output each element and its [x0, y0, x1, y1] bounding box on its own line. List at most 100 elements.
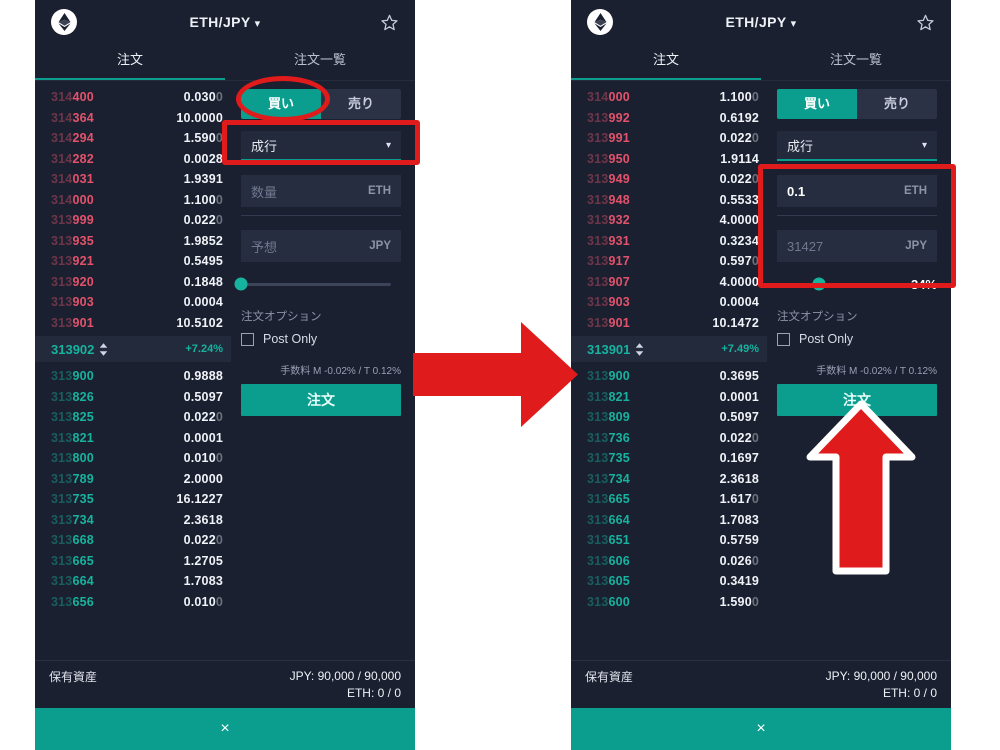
star-outline-icon[interactable] [916, 13, 935, 32]
ask-row[interactable]: 313901 10.5102 [35, 313, 231, 334]
tab-order-list[interactable]: 注文一覧 [761, 44, 951, 80]
sell-tab[interactable]: 売り [321, 89, 401, 119]
post-only-row[interactable]: Post Only [777, 332, 937, 346]
bid-row[interactable]: 313734 2.3618 [35, 510, 231, 531]
bid-row[interactable]: 313606 0.0260 [571, 551, 767, 572]
star-outline-icon[interactable] [380, 13, 399, 32]
ask-row[interactable]: 314364 10.0000 [35, 108, 231, 129]
bid-row[interactable]: 313735 0.1697 [571, 448, 767, 469]
sort-arrows-icon[interactable] [635, 342, 644, 356]
bid-row[interactable]: 313900 0.3695 [571, 366, 767, 387]
tab-order[interactable]: 注文 [35, 44, 225, 80]
bid-row[interactable]: 313900 0.9888 [35, 366, 231, 387]
book-price: 313901 [51, 315, 94, 330]
slider-track[interactable] [777, 277, 901, 291]
bid-rows: 313900 0.3695 313821 0.0001 313809 0.5097 3137… [571, 366, 767, 612]
bid-row[interactable]: 313651 0.5759 [571, 530, 767, 551]
ask-row[interactable]: 313949 0.0220 [571, 169, 767, 190]
bid-row[interactable]: 313665 1.2705 [35, 551, 231, 572]
slider-knob[interactable] [812, 277, 826, 291]
bid-row[interactable]: 313809 0.5097 [571, 407, 767, 428]
book-price: 313907 [587, 274, 630, 289]
bid-row[interactable]: 313668 0.0220 [35, 530, 231, 551]
buy-tab[interactable]: 買い [241, 89, 321, 119]
mid-price-row[interactable]: 313901 +7.49% [571, 336, 767, 362]
book-amount: 0.0028 [183, 151, 223, 166]
post-only-checkbox[interactable] [241, 332, 254, 346]
ask-row[interactable]: 313901 10.1472 [571, 313, 767, 334]
ask-row[interactable]: 314294 1.5900 [35, 128, 231, 149]
chevron-down-icon: ▾ [254, 18, 261, 30]
total-field[interactable]: 31427 JPY [777, 230, 937, 262]
ask-row[interactable]: 313932 4.0000 [571, 210, 767, 231]
bid-row[interactable]: 313821 0.0001 [35, 428, 231, 449]
book-amount: 0.6192 [719, 110, 759, 125]
bid-row[interactable]: 313800 0.0100 [35, 448, 231, 469]
ask-row[interactable]: 314000 1.1000 [35, 190, 231, 211]
bid-row[interactable]: 313734 2.3618 [571, 469, 767, 490]
ask-row[interactable]: 313931 0.3234 [571, 231, 767, 252]
bid-row[interactable]: 313664 1.7083 [35, 571, 231, 592]
tab-order-list[interactable]: 注文一覧 [225, 44, 415, 80]
book-price: 313826 [51, 389, 94, 404]
bid-row[interactable]: 313825 0.0220 [35, 407, 231, 428]
amount-slider[interactable]: 34% [777, 276, 937, 292]
bid-row[interactable]: 313665 1.6170 [571, 489, 767, 510]
bid-row[interactable]: 313664 1.7083 [571, 510, 767, 531]
assets-values: JPY: 90,000 / 90,000 ETH: 0 / 0 [290, 668, 401, 708]
amount-slider[interactable] [234, 276, 401, 292]
book-amount: 0.0220 [183, 213, 223, 228]
book-amount: 0.9888 [183, 369, 223, 384]
bid-row[interactable]: 313656 0.0100 [35, 592, 231, 613]
sort-arrows-icon[interactable] [99, 342, 108, 356]
book-price: 313734 [587, 471, 630, 486]
order-type-select[interactable]: 成行 ▾ [241, 131, 401, 161]
ask-row[interactable]: 313991 0.0220 [571, 128, 767, 149]
post-only-checkbox[interactable] [777, 332, 790, 346]
mid-change: +7.49% [721, 343, 759, 355]
slider-knob[interactable] [234, 277, 248, 291]
close-bar[interactable]: × [35, 708, 415, 750]
ask-row[interactable]: 313903 0.0004 [35, 292, 231, 313]
total-input: 31427 [787, 238, 824, 254]
ask-row[interactable]: 313950 1.9114 [571, 149, 767, 170]
mid-price-row[interactable]: 313902 +7.24% [35, 336, 231, 362]
order-type-select[interactable]: 成行 ▾ [777, 131, 937, 161]
close-bar[interactable]: × [571, 708, 951, 750]
sell-tab[interactable]: 売り [857, 89, 937, 119]
ask-row[interactable]: 314000 1.1000 [571, 87, 767, 108]
ask-row[interactable]: 314400 0.0300 [35, 87, 231, 108]
amount-field[interactable]: 数量 ETH [241, 175, 401, 207]
ask-row[interactable]: 314031 1.9391 [35, 169, 231, 190]
book-price: 313949 [587, 172, 630, 187]
bid-row[interactable]: 313600 1.5900 [571, 592, 767, 613]
book-amount: 2.3618 [183, 512, 223, 527]
book-price: 313664 [587, 512, 630, 527]
bid-row[interactable]: 313736 0.0220 [571, 428, 767, 449]
bid-row[interactable]: 313735 16.1227 [35, 489, 231, 510]
ask-row[interactable]: 313907 4.0000 [571, 272, 767, 293]
ask-row[interactable]: 313948 0.5533 [571, 190, 767, 211]
slider-track[interactable] [234, 277, 391, 291]
ask-row[interactable]: 313935 1.9852 [35, 231, 231, 252]
bid-row[interactable]: 313789 2.0000 [35, 469, 231, 490]
ask-row[interactable]: 313992 0.6192 [571, 108, 767, 129]
bid-row[interactable]: 313821 0.0001 [571, 387, 767, 408]
book-amount: 0.3419 [719, 574, 759, 589]
book-price: 313992 [587, 110, 630, 125]
tab-order[interactable]: 注文 [571, 44, 761, 80]
ask-row[interactable]: 313921 0.5495 [35, 251, 231, 272]
submit-order-button[interactable]: 注文 [241, 384, 401, 416]
post-only-row[interactable]: Post Only [241, 332, 401, 346]
ask-row[interactable]: 314282 0.0028 [35, 149, 231, 170]
bid-row[interactable]: 313826 0.5097 [35, 387, 231, 408]
bid-row[interactable]: 313605 0.3419 [571, 571, 767, 592]
amount-field[interactable]: 0.1 ETH [777, 175, 937, 207]
ask-row[interactable]: 313920 0.1848 [35, 272, 231, 293]
ask-row[interactable]: 313999 0.0220 [35, 210, 231, 231]
ask-row[interactable]: 313903 0.0004 [571, 292, 767, 313]
total-field[interactable]: 予想 JPY [241, 230, 401, 262]
ask-row[interactable]: 313917 0.5970 [571, 251, 767, 272]
mid-price: 313901 [587, 341, 631, 357]
buy-tab[interactable]: 買い [777, 89, 857, 119]
